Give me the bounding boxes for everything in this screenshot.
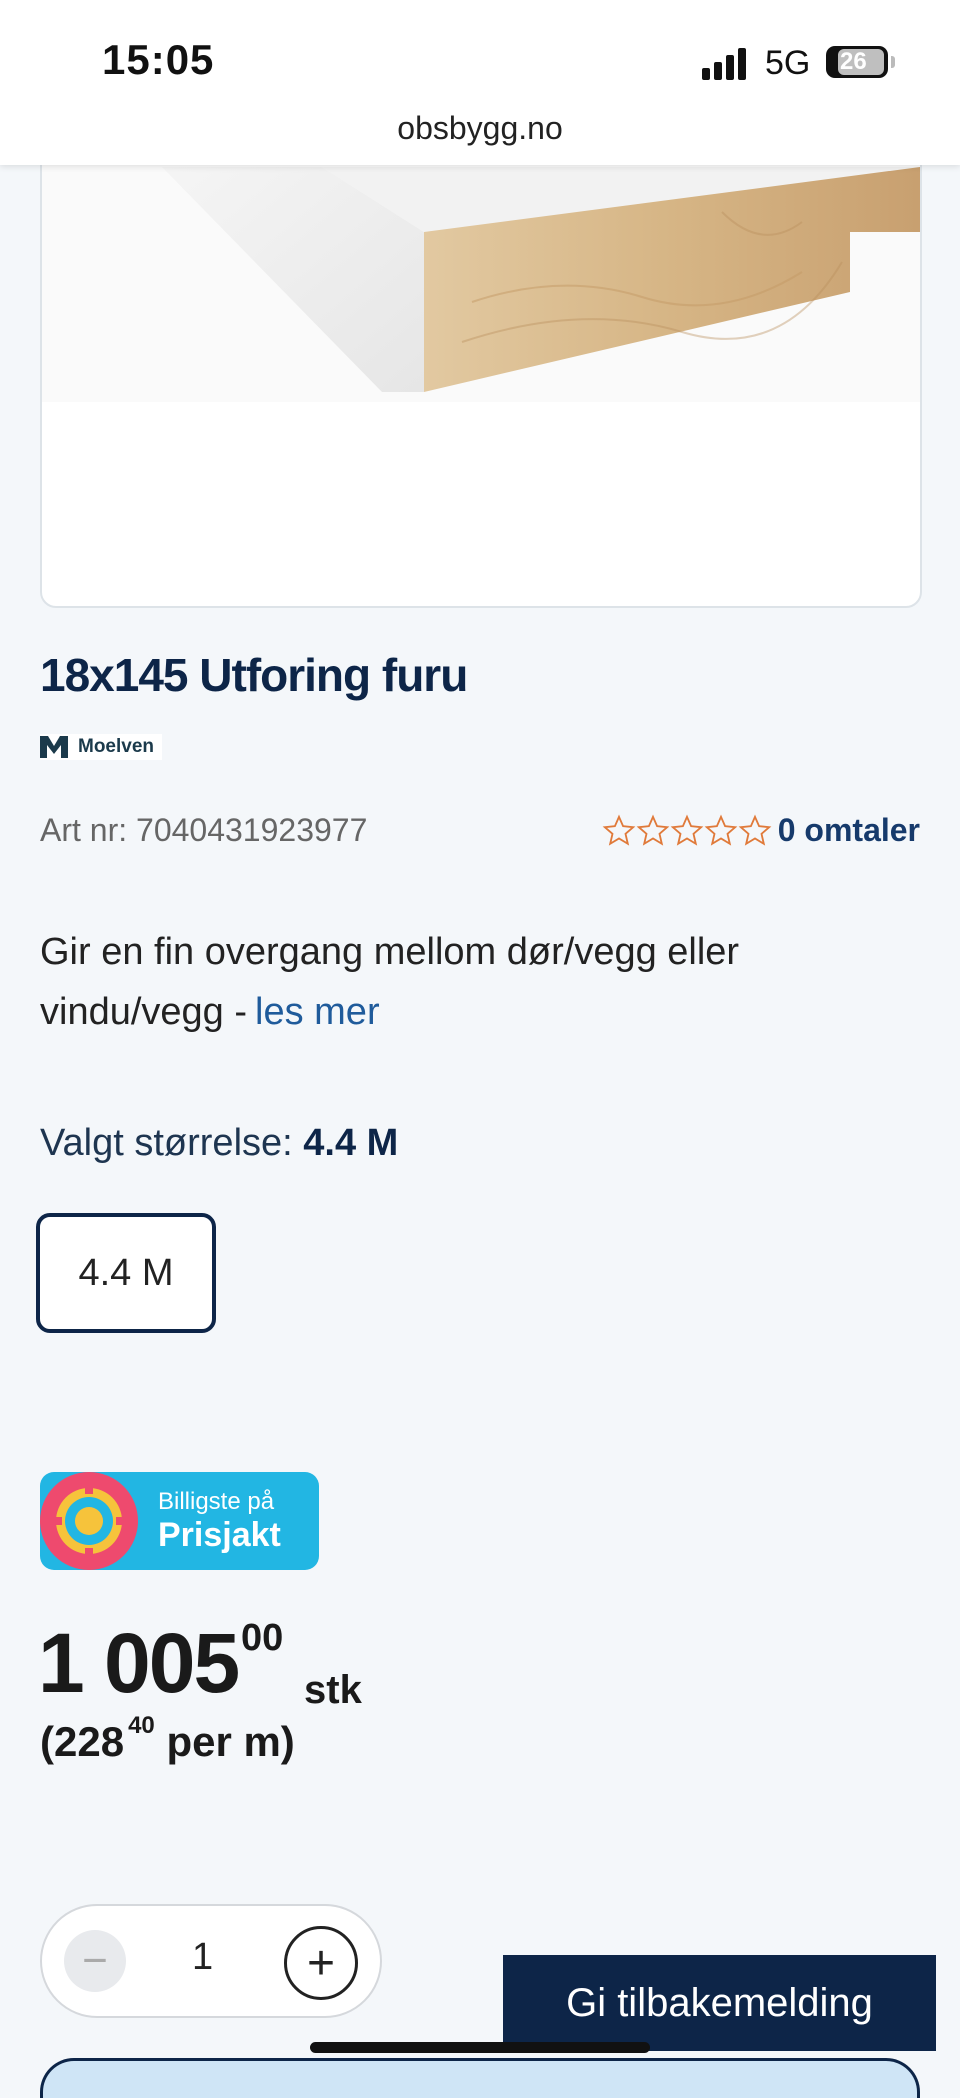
prisjakt-line2: Prisjakt xyxy=(158,1516,281,1554)
wood-board-illustration xyxy=(42,102,920,402)
price-whole: 1 005 xyxy=(38,1616,240,1710)
article-number: Art nr: 7040431923977 xyxy=(40,812,368,848)
product-description: Gir en fin overgang mellom dør/vegg elle… xyxy=(40,922,900,1042)
selected-size-value: 4.4 M xyxy=(303,1122,399,1164)
product-title: 18x145 Utforing furu xyxy=(40,649,468,701)
home-indicator xyxy=(310,2042,650,2053)
decrease-quantity-button[interactable]: − xyxy=(64,1930,126,1992)
brand-name: Moelven xyxy=(78,736,155,757)
battery-level: 26 xyxy=(840,48,867,75)
star-rating xyxy=(602,814,772,848)
prisjakt-badge[interactable]: Billigste på Prisjakt xyxy=(40,1472,319,1570)
read-more-link[interactable]: les mer xyxy=(255,991,380,1033)
unit-price-whole: (228 xyxy=(40,1718,125,1765)
address-bar-url[interactable]: obsbygg.no xyxy=(0,110,960,147)
rating[interactable]: 0 omtaler xyxy=(602,812,920,849)
quantity-stepper: − 1 + xyxy=(40,1904,382,2018)
review-count-link[interactable]: 0 omtaler xyxy=(778,812,920,849)
star-empty-icon xyxy=(704,814,738,846)
brand-logo[interactable]: Moelven xyxy=(40,734,163,760)
description-text: Gir en fin overgang mellom dør/vegg elle… xyxy=(40,931,740,1033)
prisjakt-logo-icon xyxy=(40,1472,138,1570)
unit-price-suffix: per m) xyxy=(166,1718,295,1765)
status-time: 15:05 xyxy=(102,36,215,83)
increase-quantity-button[interactable]: + xyxy=(284,1926,358,2000)
size-label-text: Valgt størrelse: xyxy=(40,1122,293,1164)
unit-price-decimals: 40 xyxy=(128,1712,155,1739)
status-bar: 15:05 5G 26 obsbygg.no xyxy=(0,0,960,165)
signal-icon xyxy=(702,48,750,80)
selected-size-label: Valgt størrelse: 4.4 M xyxy=(40,1122,398,1165)
star-empty-icon xyxy=(636,814,670,846)
product-image[interactable] xyxy=(40,100,922,608)
unit-price: (228 40 per m) xyxy=(40,1712,295,1766)
quantity-value[interactable]: 1 xyxy=(192,1936,213,1979)
battery-icon: 26 xyxy=(826,46,895,78)
star-empty-icon xyxy=(602,814,636,846)
price-decimals: 00 xyxy=(241,1617,284,1659)
moelven-logo-icon xyxy=(40,736,68,758)
size-option-4-4m[interactable]: 4.4 M xyxy=(36,1213,216,1333)
network-type: 5G xyxy=(765,44,811,82)
feedback-button[interactable]: Gi tilbakemelding xyxy=(503,1955,936,2051)
star-empty-icon xyxy=(738,814,772,846)
star-empty-icon xyxy=(670,814,704,846)
price-unit: stk xyxy=(304,1668,362,1712)
add-to-cart-button[interactable] xyxy=(40,2058,920,2098)
prisjakt-line1: Billigste på xyxy=(158,1488,275,1515)
